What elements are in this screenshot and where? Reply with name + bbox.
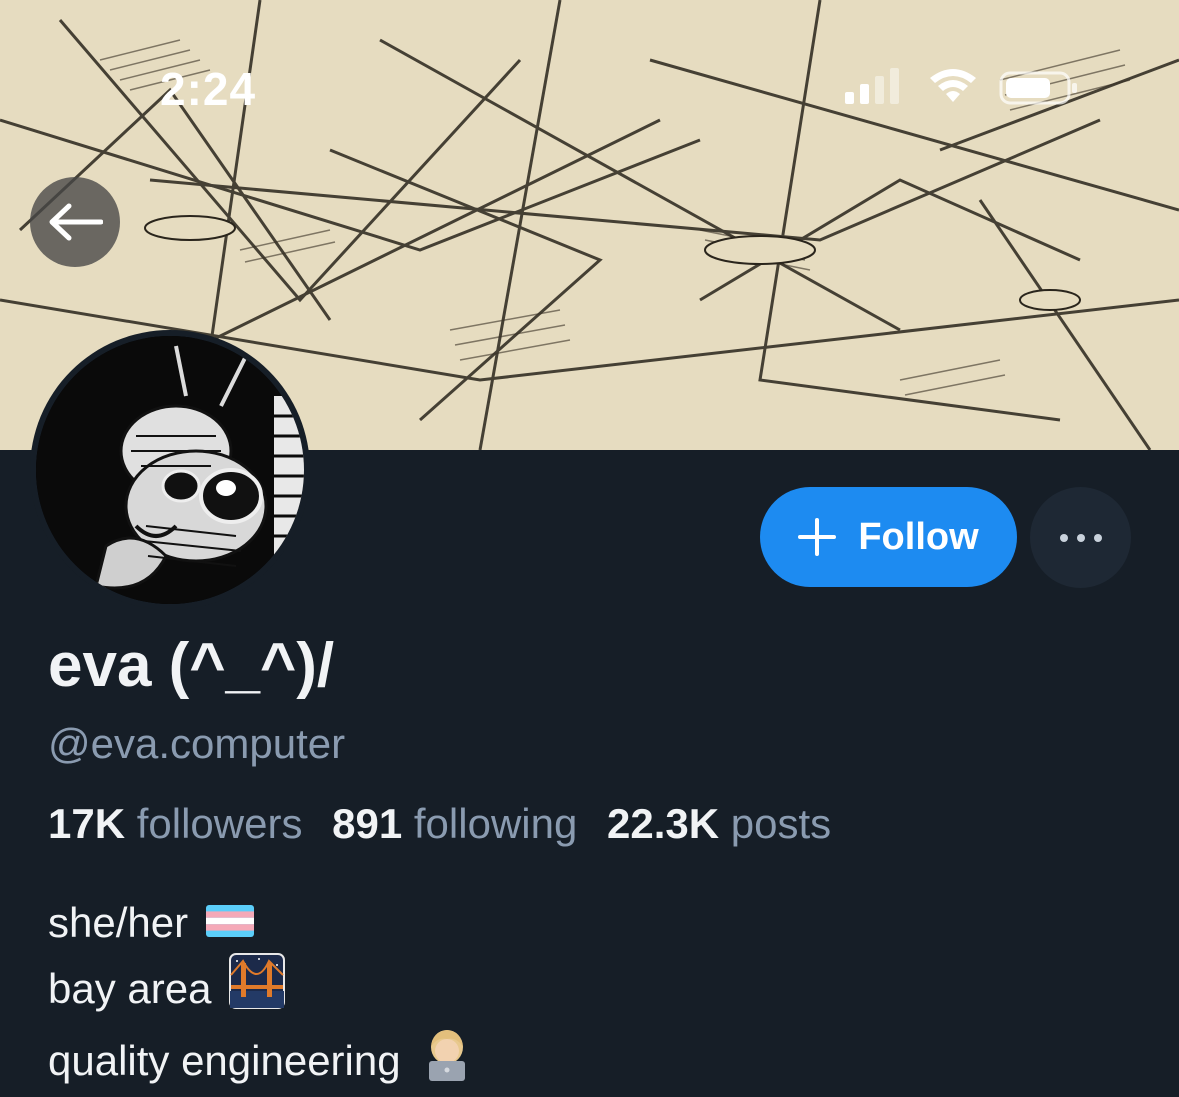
bio-text: she/her	[48, 899, 189, 946]
followers-label: followers	[136, 800, 303, 847]
more-options-button[interactable]	[1030, 487, 1131, 588]
posts-label: posts	[730, 800, 832, 847]
arrow-left-icon	[49, 203, 103, 241]
wifi-icon	[930, 69, 976, 102]
avatar-image	[36, 336, 304, 604]
technologist-icon	[419, 1025, 475, 1097]
avatar[interactable]	[30, 330, 310, 610]
following-label: following	[413, 800, 578, 847]
bio-line: she/her	[48, 893, 475, 953]
battery-icon	[999, 71, 1077, 105]
posts-stat: 22.3K posts	[607, 800, 831, 847]
plus-icon	[798, 518, 837, 556]
bio-line: quality engineering	[48, 1025, 475, 1097]
transgender-flag-icon	[206, 893, 255, 953]
profile-bio: she/her bay area quality engineering	[48, 893, 475, 1097]
status-icons	[845, 66, 1085, 110]
bio-line: bay area	[48, 953, 475, 1025]
bio-text: quality engineering	[48, 1037, 401, 1084]
follow-button[interactable]: Follow	[760, 487, 1017, 587]
profile-stats: 17K followers 891 following 22.3K posts	[48, 800, 831, 848]
follow-label: Follow	[858, 515, 979, 558]
following-stat[interactable]: 891 following	[332, 800, 577, 847]
back-button[interactable]	[30, 177, 120, 267]
posts-count: 22.3K	[607, 800, 720, 847]
following-count: 891	[332, 800, 403, 847]
followers-stat[interactable]: 17K followers	[48, 800, 302, 847]
bio-text: bay area	[48, 965, 212, 1012]
display-name: eva (^_^)/	[48, 631, 335, 700]
signal-icon	[845, 68, 899, 104]
status-time: 2:24	[160, 63, 257, 115]
profile-handle: @eva.computer	[48, 720, 346, 767]
followers-count: 17K	[48, 800, 126, 847]
golden-gate-bridge-icon	[229, 953, 286, 1025]
ellipsis-icon	[1059, 533, 1102, 542]
